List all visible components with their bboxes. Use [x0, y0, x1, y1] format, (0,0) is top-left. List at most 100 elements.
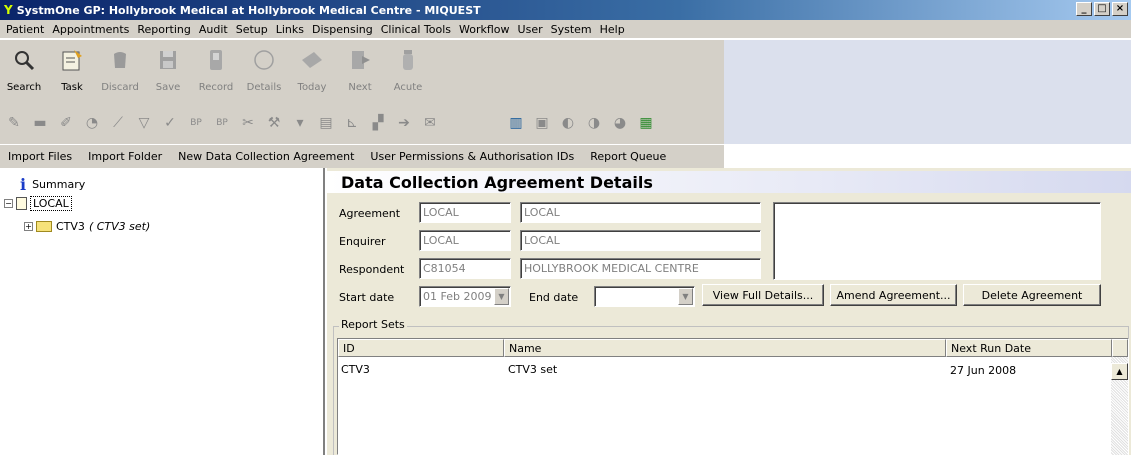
title-bar: Y SystmOne GP: Hollybrook Medical at Hol… [0, 0, 1131, 20]
report-icon[interactable]: ▣ [532, 113, 552, 133]
import-folder-button[interactable]: Import Folder [88, 150, 162, 163]
respondent-name-field[interactable]: HOLLYBROOK MEDICAL CENTRE [520, 258, 761, 279]
hammer-icon[interactable]: ⚒ [264, 113, 284, 133]
task-button[interactable]: Task [48, 43, 96, 101]
menu-setup[interactable]: Setup [232, 23, 272, 36]
search-button[interactable]: Search [0, 43, 48, 101]
systmone-logo-icon: Y [4, 3, 13, 17]
green-grid-icon[interactable]: ▦ [636, 113, 656, 133]
end-date-picker[interactable]: ▼ [594, 286, 695, 307]
notes-memo[interactable] [773, 202, 1101, 280]
pills-icon[interactable]: ◑ [584, 113, 604, 133]
action-bar-spacer [724, 144, 1131, 168]
view-full-details-button[interactable]: View Full Details... [702, 284, 824, 306]
stethoscope-icon[interactable]: ✎ [4, 113, 24, 133]
record-button[interactable]: Record [192, 43, 240, 101]
chevron-down-icon[interactable]: ▼ [494, 288, 509, 305]
action-bar: Import Files Import Folder New Data Coll… [0, 144, 724, 168]
details-icon [250, 46, 278, 74]
beaker-icon[interactable]: ▾ [290, 113, 310, 133]
menu-dispensing[interactable]: Dispensing [308, 23, 377, 36]
agreement-name-field[interactable]: LOCAL [520, 202, 761, 223]
menu-reporting[interactable]: Reporting [133, 23, 194, 36]
save-icon [154, 46, 182, 74]
end-date-label: End date [529, 291, 579, 304]
arrow-right-icon[interactable]: ➔ [394, 113, 414, 133]
pill-icon[interactable]: ◐ [558, 113, 578, 133]
enquirer-name-field[interactable]: LOCAL [520, 230, 761, 251]
menu-user[interactable]: User [514, 23, 547, 36]
chevron-down-icon[interactable]: ▼ [678, 288, 693, 305]
task-icon [58, 46, 86, 74]
flask-icon[interactable]: ▽ [134, 113, 154, 133]
document-icon[interactable]: ▤ [316, 113, 336, 133]
tree-item-ctv3[interactable]: + CTV3 ( CTV3 set) [24, 220, 150, 233]
menu-help[interactable]: Help [596, 23, 629, 36]
amend-agreement-button[interactable]: Amend Agreement... [830, 284, 957, 306]
expand-icon[interactable]: + [24, 222, 33, 231]
agreement-code-field[interactable]: LOCAL [419, 202, 511, 223]
table-cell-next-run-date[interactable]: 27 Jun 2008 [950, 364, 1016, 377]
start-date-picker[interactable]: 01 Feb 2009 ▼ [419, 286, 511, 307]
import-files-button[interactable]: Import Files [8, 150, 72, 163]
minimize-button[interactable]: _ [1076, 2, 1092, 16]
menu-system[interactable]: System [547, 23, 596, 36]
tick-icon[interactable]: ✓ [160, 113, 180, 133]
tree-item-summary[interactable]: i Summary [20, 175, 85, 194]
tablet-icon[interactable]: ◕ [610, 113, 630, 133]
start-date-label: Start date [339, 291, 395, 304]
enquirer-label: Enquirer [339, 235, 386, 248]
respondent-code-field[interactable]: C81054 [419, 258, 511, 279]
menu-bar: Patient Appointments Reporting Audit Set… [0, 20, 1131, 39]
table-cell-id[interactable]: CTV3 [341, 363, 370, 376]
tree-item-local[interactable]: − LOCAL [4, 196, 72, 211]
bar-chart-icon[interactable]: ▥ [506, 113, 526, 133]
menu-audit[interactable]: Audit [195, 23, 232, 36]
column-header-next-run-date[interactable]: Next Run Date [946, 339, 1112, 357]
menu-clinical-tools[interactable]: Clinical Tools [377, 23, 455, 36]
new-agreement-button[interactable]: New Data Collection Agreement [178, 150, 354, 163]
discard-button[interactable]: Discard [96, 43, 144, 101]
people-icon[interactable]: ▞ [368, 113, 388, 133]
today-icon [298, 46, 326, 74]
menu-appointments[interactable]: Appointments [48, 23, 133, 36]
envelope-icon[interactable]: ▬ [30, 113, 50, 133]
enquirer-code-field[interactable]: LOCAL [419, 230, 511, 251]
chart-line-icon[interactable]: ⊾ [342, 113, 362, 133]
bp-icon[interactable]: BP [186, 113, 206, 133]
scroll-up-icon[interactable]: ▲ [1111, 363, 1128, 380]
folder-icon [36, 221, 52, 232]
acute-button[interactable]: Acute [384, 43, 432, 101]
menu-patient[interactable]: Patient [2, 23, 48, 36]
bp-text-icon[interactable]: BP [212, 113, 232, 133]
report-queue-button[interactable]: Report Queue [590, 150, 666, 163]
today-button[interactable]: Today [288, 43, 336, 101]
close-button[interactable]: × [1112, 2, 1128, 16]
syringe-icon[interactable]: ⟋ [108, 113, 128, 133]
pen-icon[interactable]: ✐ [56, 113, 76, 133]
menu-links[interactable]: Links [272, 23, 308, 36]
vertical-scrollbar[interactable]: ▲ [1111, 357, 1128, 455]
column-header-name[interactable]: Name [504, 339, 946, 357]
details-button[interactable]: Details [240, 43, 288, 101]
maximize-button[interactable]: □ [1094, 2, 1110, 16]
toolbar-spacer [724, 40, 1131, 144]
next-icon [346, 46, 374, 74]
column-header-id[interactable]: ID [338, 339, 504, 357]
next-button[interactable]: Next [336, 43, 384, 101]
report-sets-table: ID Name Next Run Date CTV3 CTV3 set 27 J… [337, 338, 1129, 455]
mail-icon[interactable]: ✉ [420, 113, 440, 133]
agreement-label: Agreement [339, 207, 401, 220]
info-icon: i [20, 175, 27, 194]
user-permissions-button[interactable]: User Permissions & Authorisation IDs [370, 150, 574, 163]
delete-agreement-button[interactable]: Delete Agreement [963, 284, 1101, 306]
save-button[interactable]: Save [144, 43, 192, 101]
column-header-spacer [1112, 339, 1128, 357]
menu-workflow[interactable]: Workflow [455, 23, 514, 36]
user-icon[interactable]: ◔ [82, 113, 102, 133]
collapse-icon[interactable]: − [4, 199, 13, 208]
toolbar: Search Task Discard Save Record Details … [0, 40, 724, 144]
tools-icon[interactable]: ✂ [238, 113, 258, 133]
table-cell-name[interactable]: CTV3 set [508, 363, 557, 376]
acute-icon [394, 46, 422, 74]
